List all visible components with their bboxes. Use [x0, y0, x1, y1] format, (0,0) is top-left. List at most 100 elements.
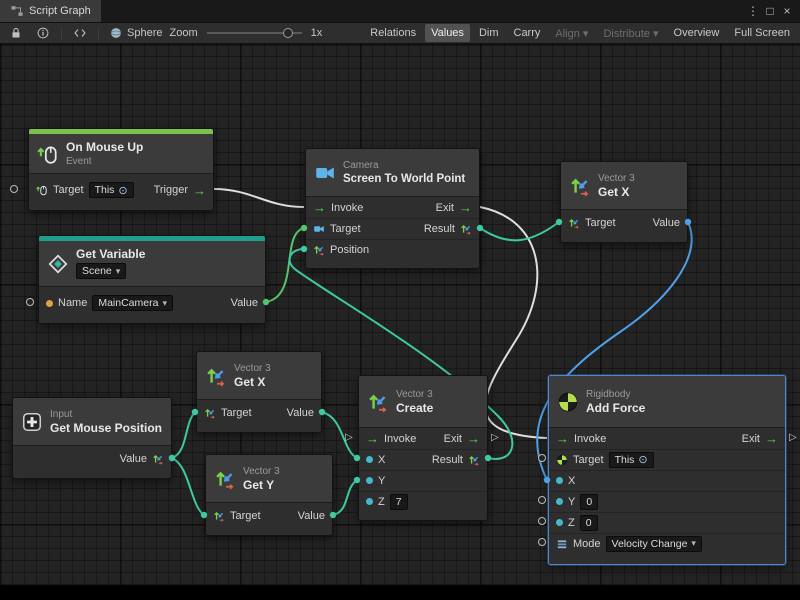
flow-arrow-icon[interactable]: →: [556, 432, 569, 445]
tab-bar-spacer: [101, 0, 745, 22]
overview-button[interactable]: Overview: [668, 24, 726, 42]
node-title: Add Force: [586, 402, 645, 415]
port-row-invoke-exit: → Invoke Exit →: [359, 428, 487, 449]
dim-button[interactable]: Dim: [473, 24, 505, 42]
graph-owner[interactable]: Sphere: [105, 26, 166, 40]
toolbar-divider: [98, 27, 99, 40]
target-object-chip[interactable]: This ⊙: [89, 182, 134, 198]
lock-button[interactable]: [4, 24, 28, 42]
node-create-vector3[interactable]: Vector 3 Create → Invoke Exit → X Result: [358, 375, 488, 521]
align-label: Align: [555, 28, 579, 40]
camera-icon: [313, 223, 325, 235]
z-value-field[interactable]: 0: [580, 515, 598, 531]
port-row-z: Z 7: [359, 491, 487, 512]
window-controls: ⋮ □ ×: [745, 0, 800, 22]
unconnected-port-addforce-y[interactable]: [538, 496, 546, 504]
float-port-dot[interactable]: [556, 498, 563, 505]
port-label-invoke: Invoke: [384, 433, 416, 445]
unconnected-flow-port-create-invoke[interactable]: ▷: [345, 433, 353, 443]
float-port-dot[interactable]: [366, 498, 373, 505]
variable-kind-dropdown[interactable]: Scene ▾: [76, 263, 126, 279]
flow-arrow-icon[interactable]: →: [459, 201, 472, 214]
enum-icon: [556, 538, 568, 550]
port-label-y: Y: [378, 475, 385, 487]
close-icon[interactable]: ×: [779, 0, 795, 22]
chevron-down-icon: ▾: [653, 28, 659, 40]
flow-arrow-icon[interactable]: →: [193, 184, 206, 197]
zoom-slider[interactable]: [207, 32, 302, 34]
menu-icon[interactable]: ⋮: [745, 0, 761, 22]
node-get-mouse-position[interactable]: Input Get Mouse Position Value: [12, 397, 172, 479]
node-subtitle: Event: [66, 156, 143, 167]
variable-name-dropdown[interactable]: MainCamera ▾: [92, 295, 173, 311]
align-dropdown[interactable]: Align ▾: [549, 24, 594, 43]
gameobject-icon: [109, 26, 123, 40]
port-row-invoke-exit: → Invoke Exit →: [306, 197, 479, 218]
target-object-value: This: [615, 454, 635, 466]
float-port-dot[interactable]: [556, 477, 563, 484]
vector3-icon: [213, 510, 225, 522]
zoom-label: Zoom: [169, 27, 197, 39]
tab-script-graph[interactable]: Script Graph: [0, 0, 101, 22]
port-row-invoke-exit: → Invoke Exit →: [549, 428, 785, 449]
unconnected-flow-port-create-exit[interactable]: ▷: [491, 433, 499, 443]
values-button[interactable]: Values: [425, 24, 470, 42]
target-object-chip[interactable]: This ⊙: [609, 452, 654, 468]
node-add-force[interactable]: Rigidbody Add Force → Invoke Exit → Targ…: [548, 375, 786, 565]
port-row-target: Target This ⊙: [549, 449, 785, 470]
lock-icon: [9, 26, 23, 40]
port-label-target: Target: [573, 454, 604, 466]
flow-arrow-icon[interactable]: →: [765, 432, 778, 445]
unconnected-port-mouseup-target[interactable]: [10, 185, 18, 193]
port-row-z: Z 0: [549, 512, 785, 533]
unconnected-flow-port-addforce-exit[interactable]: ▷: [789, 433, 797, 443]
flow-arrow-icon[interactable]: →: [313, 201, 326, 214]
port-label-exit: Exit: [444, 433, 462, 445]
carry-button[interactable]: Carry: [508, 24, 547, 42]
port-label-x: X: [568, 475, 575, 487]
chevron-down-icon: ▾: [583, 28, 589, 40]
node-title: Get Y: [243, 479, 280, 492]
full-screen-button[interactable]: Full Screen: [728, 24, 796, 42]
toolbar-divider: [61, 27, 62, 40]
flow-arrow-icon[interactable]: →: [366, 432, 379, 445]
unconnected-port-addforce-z[interactable]: [538, 517, 546, 525]
mode-dropdown[interactable]: Velocity Change ▾: [606, 536, 702, 552]
camera-icon: [314, 162, 336, 184]
float-port-dot[interactable]: [366, 456, 373, 463]
node-on-mouse-up[interactable]: On Mouse Up Event Target This ⊙ Trigger …: [28, 128, 214, 211]
node-get-y[interactable]: Vector 3 Get Y Target Value: [205, 454, 333, 536]
port-row-x: X: [549, 470, 785, 491]
node-screen-to-world-point[interactable]: Camera Screen To World Point → Invoke Ex…: [305, 148, 480, 269]
flow-arrow-icon[interactable]: →: [467, 432, 480, 445]
float-port-dot[interactable]: [366, 477, 373, 484]
port-row-mode: Mode Velocity Change ▾: [549, 533, 785, 554]
relations-button[interactable]: Relations: [364, 24, 422, 42]
node-get-variable[interactable]: Get Variable Scene ▾ Name MainCamera ▾ V…: [38, 235, 266, 324]
float-port-dot[interactable]: [556, 519, 563, 526]
unconnected-port-addforce-mode[interactable]: [538, 538, 546, 546]
maximize-icon[interactable]: □: [762, 0, 778, 22]
target-object-value: This: [95, 184, 115, 196]
script-graph-window: Script Graph ⋮ □ × Sphere Zoom 1x Relati…: [0, 0, 800, 600]
port-label-name: Name: [58, 297, 87, 309]
string-port-dot[interactable]: [46, 300, 53, 307]
inspect-button[interactable]: [31, 24, 55, 42]
unconnected-port-addforce-target[interactable]: [538, 454, 546, 462]
port-label-value: Value: [653, 217, 680, 229]
chevron-down-icon: ▾: [691, 538, 696, 549]
chevron-down-icon: ▾: [116, 266, 121, 277]
node-category: Vector 3: [396, 389, 433, 400]
node-get-x-mid[interactable]: Vector 3 Get X Target Value: [196, 351, 322, 433]
port-label-y: Y: [568, 496, 575, 508]
y-value-field[interactable]: 0: [580, 494, 598, 510]
zoom-slider-handle[interactable]: [283, 28, 293, 38]
unconnected-port-variable-name[interactable]: [26, 298, 34, 306]
z-value-field[interactable]: 7: [390, 494, 408, 510]
code-view-button[interactable]: [68, 24, 92, 42]
node-get-x-top[interactable]: Vector 3 Get X Target Value: [560, 161, 688, 243]
window-bottom-edge: [0, 585, 800, 600]
tab-bar: Script Graph ⋮ □ ×: [0, 0, 800, 22]
rigidbody-icon: [557, 391, 579, 413]
distribute-dropdown[interactable]: Distribute ▾: [597, 24, 664, 43]
